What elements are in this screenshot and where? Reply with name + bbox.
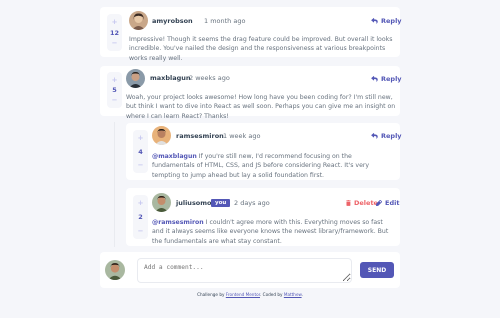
avatar [152, 126, 171, 145]
mention[interactable]: @ramsesmiron [152, 219, 204, 226]
edit-button[interactable]: Edit [376, 199, 399, 207]
timestamp: 1 month ago [204, 17, 246, 25]
attribution-prefix: Challenge by [197, 292, 226, 297]
comment-text: @ramsesmiron I couldn't agree more with … [152, 218, 396, 246]
comment-text: Woah, your project looks awesome! How lo… [126, 94, 396, 120]
edit-label: Edit [385, 199, 400, 207]
score: 4 [138, 147, 143, 156]
delete-label: Delete [354, 199, 378, 207]
score: 12 [109, 28, 120, 37]
reply-card: + 2 − juliusomo you 2 days ago Delete Ed… [126, 188, 400, 246]
reply-icon [371, 76, 378, 82]
upvote-button[interactable]: + [138, 199, 144, 207]
attribution-suffix: . [301, 292, 303, 297]
upvote-button[interactable]: + [138, 134, 144, 142]
downvote-button[interactable]: − [112, 39, 118, 47]
score: 5 [112, 86, 117, 94]
vote-control: + 5 − [107, 72, 122, 108]
reply-button[interactable]: Reply [371, 17, 402, 25]
comment-input[interactable] [137, 258, 352, 283]
username[interactable]: ramsesmiron [176, 132, 224, 140]
username[interactable]: maxblagun [150, 74, 191, 82]
reply-button[interactable]: Reply [371, 75, 402, 83]
you-badge: you [211, 199, 231, 207]
delete-button[interactable]: Delete [346, 199, 378, 207]
author-link[interactable]: Matthew [284, 292, 302, 297]
current-user-avatar [105, 260, 125, 280]
downvote-button[interactable]: − [138, 161, 144, 169]
pencil-icon [376, 200, 382, 206]
trash-icon [346, 200, 351, 206]
attribution-middle: . Coded by [260, 292, 284, 297]
avatar [126, 69, 145, 88]
comment-card: + 5 − maxblagun 2 weeks ago Reply Woah, … [100, 66, 402, 120]
reply-card: + 4 − ramsesmiron 1 week ago Reply @maxb… [126, 123, 402, 180]
score: 2 [138, 213, 143, 221]
vote-control: + 4 − [133, 130, 148, 173]
reply-label: Reply [381, 75, 402, 83]
mention[interactable]: @maxblagun [152, 153, 197, 160]
username[interactable]: amyrobson [152, 17, 193, 25]
avatar [129, 11, 148, 30]
avatar [152, 193, 171, 212]
comment-card: + 12 − amyrobson 1 month ago Reply Impre… [100, 7, 402, 62]
attribution: Challenge by Frontend Mentor. Coded by M… [0, 292, 500, 297]
upvote-button[interactable]: + [112, 18, 118, 26]
send-button[interactable]: SEND [360, 262, 394, 278]
vote-control: + 12 − [107, 14, 122, 51]
reply-icon [371, 18, 378, 24]
vote-control: + 2 − [133, 195, 148, 239]
reply-label: Reply [381, 17, 402, 25]
thread-line [114, 122, 115, 247]
reply-label: Reply [381, 132, 402, 140]
reply-icon [371, 133, 378, 139]
timestamp: 2 weeks ago [189, 74, 230, 82]
upvote-button[interactable]: + [112, 76, 118, 84]
timestamp: 1 week ago [223, 132, 261, 140]
frontend-mentor-link[interactable]: Frontend Mentor [226, 292, 260, 297]
timestamp: 2 days ago [234, 199, 270, 207]
comment-text: Impressive! Though it seems the drag fea… [129, 36, 393, 62]
comment-text: @maxblagun If you're still new, I'd reco… [152, 152, 394, 180]
downvote-button[interactable]: − [138, 227, 144, 235]
username[interactable]: juliusomo [176, 199, 212, 207]
reply-button[interactable]: Reply [371, 132, 402, 140]
downvote-button[interactable]: − [112, 96, 118, 104]
